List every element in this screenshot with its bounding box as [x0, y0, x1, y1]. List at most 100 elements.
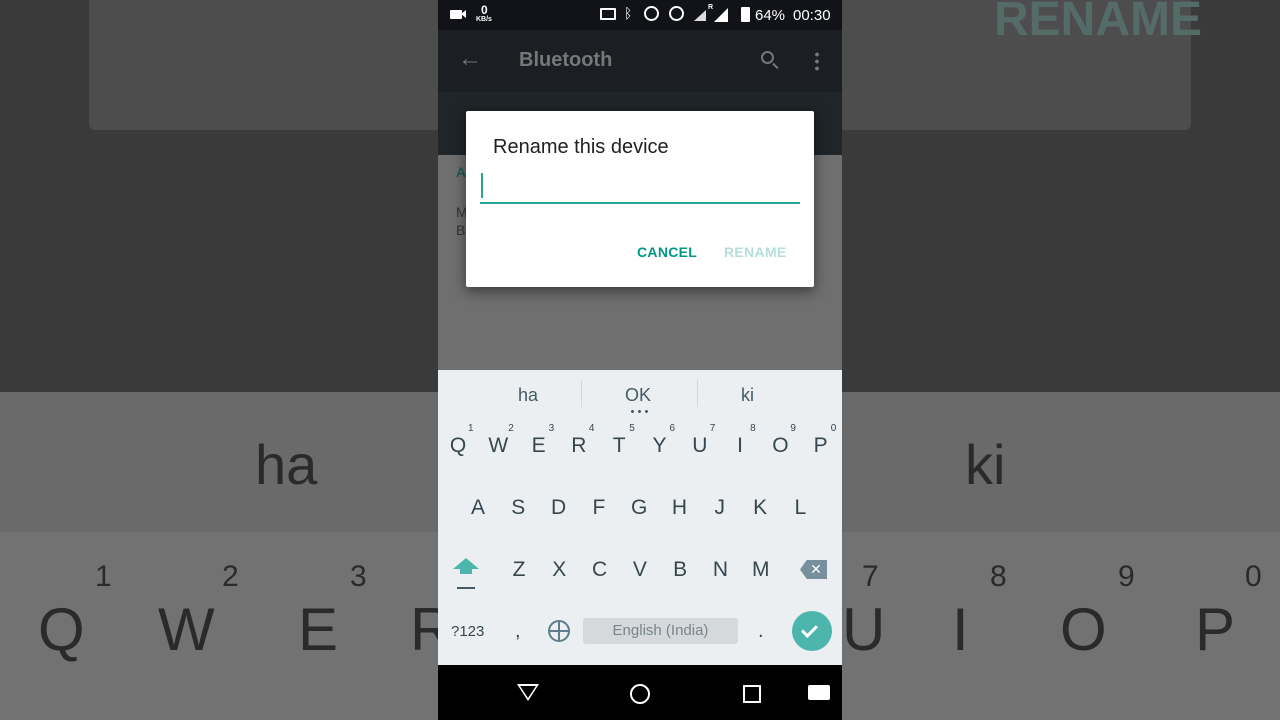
roaming-indicator: R: [708, 4, 714, 11]
clock: 00:30: [793, 7, 831, 24]
globe-icon[interactable]: [548, 620, 570, 642]
suggestion[interactable]: ki: [741, 385, 754, 406]
bg-text: I: [952, 596, 969, 663]
key-w[interactable]: W: [488, 434, 508, 458]
key-k[interactable]: K: [753, 496, 767, 520]
key-hint-digit: 3: [548, 423, 555, 434]
back-arrow-icon[interactable]: ←: [458, 45, 482, 73]
toolbar: ← Bluetooth: [438, 30, 842, 92]
suggestion[interactable]: ha: [518, 385, 538, 406]
bluetooth-icon: ᛒ: [624, 5, 633, 21]
net-unit: KB/s: [476, 16, 492, 23]
key-y[interactable]: Y: [652, 434, 666, 458]
shift-arrow-stem: [460, 568, 472, 574]
alarm-icon: [669, 6, 684, 21]
shift-lock-bar: [457, 587, 475, 589]
bg-text: Q: [38, 596, 85, 663]
cancel-button[interactable]: CANCEL: [637, 244, 697, 260]
navigation-bar: [438, 665, 842, 720]
text-cursor: [481, 173, 483, 198]
device-name-input[interactable]: [480, 171, 800, 204]
signal-icon: [714, 8, 728, 22]
search-icon[interactable]: [761, 51, 774, 64]
back-icon-inner: [520, 686, 536, 698]
recents-icon[interactable]: [743, 685, 761, 703]
section-header: A: [456, 164, 467, 180]
bg-text: 3: [350, 560, 367, 593]
key-v[interactable]: V: [633, 558, 647, 582]
symbols-key[interactable]: ?123: [451, 623, 484, 640]
key-p[interactable]: P: [814, 434, 828, 458]
bg-text: 0: [1245, 560, 1262, 593]
rename-dialog: Rename this device CANCEL RENAME: [466, 111, 814, 287]
keyboard-switch-icon[interactable]: [808, 685, 830, 700]
bg-text: 1: [95, 560, 112, 593]
dialog-title: Rename this device: [493, 136, 669, 158]
key-j[interactable]: J: [715, 496, 726, 520]
shift-key[interactable]: [452, 542, 482, 592]
key-f[interactable]: F: [592, 496, 605, 520]
done-button[interactable]: [792, 611, 832, 651]
key-e[interactable]: E: [532, 434, 546, 458]
divider: [697, 380, 698, 407]
bg-text: 2: [222, 560, 239, 593]
phone-screen: 0 KB/s ᛒ R 64% 00:30 ← Bluetooth A M B R…: [438, 0, 842, 720]
suggestion[interactable]: OK: [625, 385, 651, 406]
backspace-key[interactable]: ✕: [800, 560, 827, 579]
background-rename: RENAME: [994, 0, 1203, 46]
space-bar[interactable]: English (India): [583, 618, 738, 644]
key-a[interactable]: A: [471, 496, 485, 520]
bg-text: E: [298, 596, 339, 663]
signal-icon: [694, 10, 706, 21]
key-hint-digit: 0: [830, 423, 837, 434]
bg-text: ki: [965, 433, 1006, 496]
key-o[interactable]: O: [772, 434, 788, 458]
more-vert-icon[interactable]: [815, 51, 819, 71]
bg-text: P: [1195, 596, 1236, 663]
suggestion-strip: ha OK ki: [438, 370, 842, 415]
key-r[interactable]: R: [571, 434, 586, 458]
key-hint-digit: 1: [468, 423, 474, 434]
text-line: B: [456, 222, 466, 238]
cast-icon: [600, 8, 616, 20]
home-icon[interactable]: [630, 684, 650, 704]
key-i[interactable]: I: [737, 434, 743, 458]
period-key[interactable]: .: [758, 620, 764, 643]
key-m[interactable]: M: [752, 558, 770, 582]
status-bar: 0 KB/s ᛒ R 64% 00:30: [438, 0, 842, 30]
key-d[interactable]: D: [551, 496, 566, 520]
key-z[interactable]: Z: [513, 558, 526, 582]
more-suggestions-dots-icon[interactable]: [629, 410, 649, 413]
video-icon-lens: [461, 10, 466, 18]
key-hint-digit: 5: [629, 423, 635, 434]
key-hint-digit: 8: [750, 423, 756, 434]
key-s[interactable]: S: [511, 496, 525, 520]
key-q[interactable]: Q: [450, 434, 466, 458]
key-n[interactable]: N: [713, 558, 728, 582]
key-c[interactable]: C: [592, 558, 607, 582]
bg-text: 7: [862, 560, 879, 593]
comma-key[interactable]: ,: [515, 620, 521, 643]
battery-level: 64%: [755, 7, 786, 24]
bg-text: 8: [990, 560, 1007, 593]
net-speed: 0: [481, 3, 488, 17]
key-l[interactable]: L: [795, 496, 807, 520]
key-hint-digit: 7: [709, 423, 716, 434]
toolbar-title: Bluetooth: [519, 49, 613, 71]
keyboard: ha OK ki Q1 W2 E3 R4 T5 Y6 U7 I8 O9 P0 A S D F G H J K L Z X…: [438, 370, 842, 665]
key-g[interactable]: G: [631, 496, 647, 520]
divider: [581, 380, 582, 407]
key-hint-digit: 6: [669, 423, 676, 434]
checkmark-icon: [801, 621, 818, 638]
key-t[interactable]: T: [613, 434, 626, 458]
key-h[interactable]: H: [672, 496, 687, 520]
bg-text: U: [842, 596, 886, 663]
bg-text: 9: [1118, 560, 1135, 593]
bg-text: O: [1060, 596, 1107, 663]
rename-button[interactable]: RENAME: [724, 244, 786, 260]
key-u[interactable]: U: [692, 434, 707, 458]
key-x[interactable]: X: [552, 558, 566, 582]
bg-text: ha: [255, 433, 318, 496]
key-hint-digit: 2: [508, 423, 514, 434]
key-b[interactable]: B: [673, 558, 687, 582]
